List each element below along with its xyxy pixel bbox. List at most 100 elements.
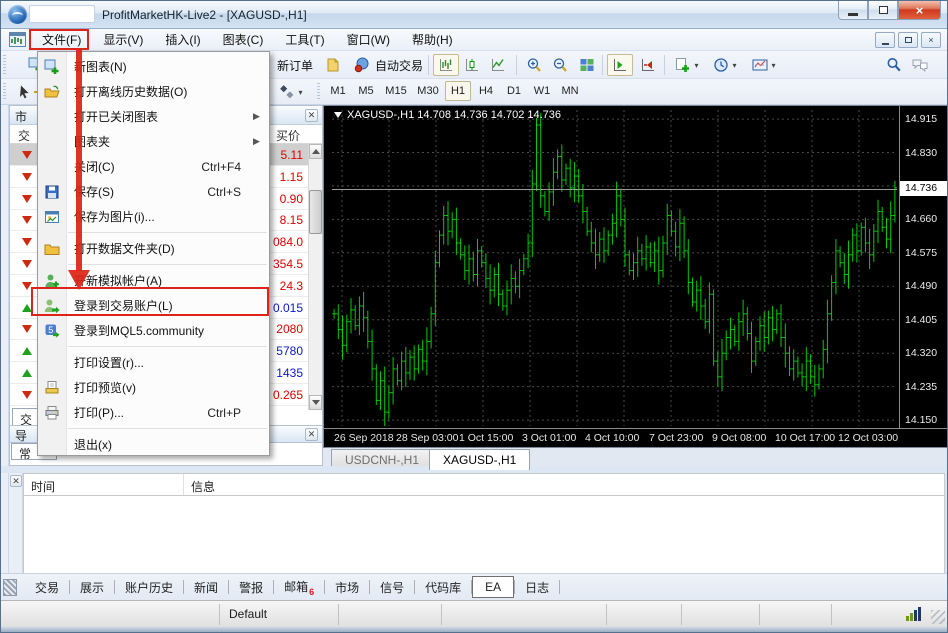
scroll-up-button[interactable] [309,144,322,159]
timeframe-m5[interactable]: M5 [353,81,379,101]
time-axis-label: 4 Oct 10:00 [585,432,639,444]
market-watch-close-icon[interactable]: ✕ [305,109,318,122]
save-icon [38,184,66,200]
menu-item-open-offline[interactable]: 打开离线历史数据(O) [38,79,269,104]
toolbar-grip[interactable] [3,55,6,74]
timeframe-h1[interactable]: H1 [445,81,471,101]
restore-button[interactable] [868,1,898,20]
message-column-header[interactable]: 信息 [184,474,944,495]
menu-item-login-mql5[interactable]: 5登录到MQL5.community [38,318,269,343]
chevron-down-icon: ▾ [732,61,736,70]
timeframe-w1[interactable]: W1 [529,81,555,101]
menu-help[interactable]: 帮助(H) [401,28,464,51]
candlestick-chart-button[interactable] [459,54,485,76]
price-chart[interactable] [332,110,897,426]
price-axis-label: 14.915 [905,113,948,125]
save-picture-icon [38,209,66,225]
menu-item-profiles[interactable]: 图表夹▶ [38,129,269,154]
tab-alerts[interactable]: 警报 [229,575,273,600]
scroll-down-button[interactable] [309,395,322,410]
timeframe-m1[interactable]: M1 [325,81,351,101]
app-logo-icon [8,5,27,24]
bar-chart-button[interactable] [433,54,459,76]
mdi-close-button[interactable]: × [921,32,941,48]
market-depth-icon[interactable] [320,54,346,76]
scrollbar-thumb[interactable] [309,190,322,234]
timeframe-m15[interactable]: M15 [381,81,411,101]
menu-window[interactable]: 窗口(W) [336,28,401,51]
terminal-close-icon[interactable]: ✕ [10,475,22,487]
objects-dropdown[interactable]: ▾ [272,81,310,103]
profile-name[interactable]: Default [229,607,267,621]
zoom-in-button[interactable] [521,54,547,76]
menu-tools[interactable]: 工具(T) [274,28,335,51]
menu-charts[interactable]: 图表(C) [212,28,275,51]
menu-item-print-setup[interactable]: 打印设置(r)... [38,350,269,375]
toolbar-grip[interactable] [3,83,6,100]
tab-mailbox[interactable]: 邮箱6 [274,574,324,601]
menu-item-open-data-folder[interactable]: 打开数据文件夹(D) [38,236,269,261]
tab-journal[interactable]: 日志 [515,575,559,600]
tab-code-base[interactable]: 代码库 [415,575,471,600]
tab-market[interactable]: 市场 [325,575,369,600]
tile-windows-button[interactable] [574,54,600,76]
menu-item-new-chart[interactable]: 新图表(N) [38,54,269,79]
bid-price: 0.90 [280,192,303,206]
templates-dropdown[interactable]: ▾ [745,54,783,76]
chart-dropdown-icon[interactable] [334,112,342,118]
close-button[interactable]: × [898,1,941,20]
time-column-header[interactable]: 时间 [24,474,184,495]
minimize-button[interactable] [838,1,868,20]
tab-trade[interactable]: 交易 [25,575,69,600]
menu-separator [38,229,269,236]
timeframe-d1[interactable]: D1 [501,81,527,101]
periods-dropdown[interactable]: ▾ [707,54,743,76]
tab-news[interactable]: 新闻 [184,575,228,600]
chart-shift-button[interactable] [607,54,633,76]
menu-item-print-preview[interactable]: 打印预览(v) [38,375,269,400]
new-order-button[interactable]: 新订单 [270,54,320,76]
auto-scroll-button[interactable] [635,54,661,76]
menu-item-save[interactable]: 保存(S)Ctrl+S [38,179,269,204]
tab-exposure[interactable]: 展示 [70,575,114,600]
timeframe-h4[interactable]: H4 [473,81,499,101]
tab-account-history[interactable]: 账户历史 [115,575,183,600]
price-axis-label: 14.235 [905,381,948,393]
menu-item-open-deleted[interactable]: 打开已关闭图表▶ [38,104,269,129]
menu-item-exit[interactable]: 退出(x) [38,432,269,457]
menu-view[interactable]: 显示(V) [92,28,154,51]
tab-ea[interactable]: EA [472,576,514,598]
zoom-out-button[interactable] [547,54,573,76]
toolbar-grip[interactable] [317,83,320,100]
price-axis-label: 14.405 [905,314,948,326]
autotrading-button[interactable]: 自动交易 [347,54,430,76]
menu-item-close-chart[interactable]: 关闭(C)Ctrl+F4 [38,154,269,179]
market-watch-scrollbar[interactable] [308,144,322,410]
indicators-dropdown[interactable]: ▾ [669,54,705,76]
price-axis-line [899,106,900,428]
timeframe-mn[interactable]: MN [557,81,583,101]
terminal-sidebar-icon[interactable] [3,579,17,596]
arrow-down-icon [22,325,32,333]
menu-item-save-as-picture[interactable]: 保存为图片(i)... [38,204,269,229]
navigator-close-icon[interactable]: ✕ [305,428,318,441]
mdi-minimize-button[interactable] [875,32,895,48]
bid-price: 354.5 [273,257,303,271]
bid-price: 5.11 [281,148,303,162]
chat-button[interactable] [907,54,933,76]
timeframe-m30[interactable]: M30 [413,81,443,101]
menu-item-label: 打印设置(r)... [66,354,241,371]
resize-grip[interactable] [931,610,945,624]
mdi-restore-button[interactable] [898,32,918,48]
tab-signals[interactable]: 信号 [370,575,414,600]
time-axis-label: 1 Oct 15:00 [459,432,513,444]
chart-window[interactable]: XAGUSD-,H1 14.708 14.736 14.702 14.736 1… [323,105,948,448]
line-chart-button[interactable] [485,54,511,76]
search-button[interactable] [881,54,907,76]
menu-item-print[interactable]: 打印(P)...Ctrl+P [38,400,269,425]
candlestick-chart-icon [464,57,480,73]
tab-xagusd[interactable]: XAGUSD-,H1 [429,449,530,470]
menu-insert[interactable]: 插入(I) [154,28,211,51]
chevron-down-icon: ▾ [771,61,775,70]
connection-status-icon [906,607,921,621]
